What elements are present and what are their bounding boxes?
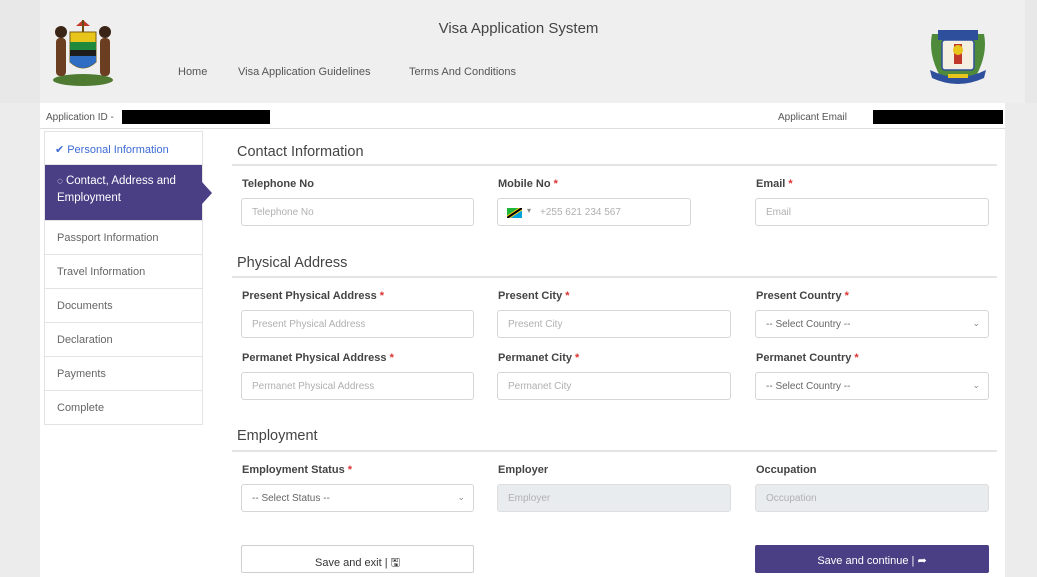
step-label: Payments	[57, 368, 106, 380]
permanent-country-select[interactable]: -- Select Country -- ⌄	[755, 372, 989, 400]
present-country-select[interactable]: -- Select Country -- ⌄	[755, 310, 989, 338]
application-info-bar: Application ID - Applicant Email	[40, 107, 1005, 129]
step-payments[interactable]: Payments	[44, 357, 203, 391]
step-passport-information[interactable]: Passport Information	[44, 221, 203, 255]
present-country-value: -- Select Country --	[766, 319, 851, 330]
address-section-divider	[232, 276, 997, 278]
employment-section-title: Employment	[237, 428, 318, 444]
permanent-address-label: Permanet Physical Address *	[242, 352, 394, 364]
step-complete[interactable]: Complete	[44, 391, 203, 425]
telephone-input[interactable]	[241, 198, 474, 226]
application-id-label: Application ID -	[46, 112, 114, 123]
mobile-label: Mobile No *	[498, 178, 558, 190]
step-label: Passport Information	[57, 232, 159, 244]
step-documents[interactable]: Documents	[44, 289, 203, 323]
main-nav: Home Visa Application Guidelines Terms A…	[0, 66, 1037, 82]
present-city-input[interactable]	[497, 310, 731, 338]
app-title: Visa Application System	[438, 20, 599, 37]
permanent-address-input[interactable]	[241, 372, 474, 400]
mobile-input[interactable]: ▾ +255 621 234 567	[497, 198, 691, 226]
nav-terms-link[interactable]: Terms And Conditions	[409, 66, 516, 78]
step-label: Declaration	[57, 334, 113, 346]
steps-sidebar: ✔ Personal Information ◌ Contact, Address …	[44, 131, 212, 425]
header: Visa Application System Home Visa Applic…	[0, 0, 1037, 103]
chevron-down-icon: ⌄	[972, 380, 980, 390]
present-country-label: Present Country *	[756, 290, 849, 302]
email-input[interactable]	[755, 198, 989, 226]
telephone-label: Telephone No	[242, 178, 314, 190]
occupation-label: Occupation	[756, 464, 817, 476]
applicant-email-label: Applicant Email	[778, 112, 847, 123]
employment-section-divider	[232, 450, 997, 452]
employment-status-label: Employment Status *	[242, 464, 353, 476]
applicant-email-redacted	[873, 110, 1003, 124]
spinner-icon: ◌	[57, 176, 63, 187]
present-city-label: Present City *	[498, 290, 570, 302]
permanent-city-label: Permanet City *	[498, 352, 580, 364]
step-label: Contact, Address and Employment	[57, 175, 176, 204]
topbar-divider	[40, 128, 1005, 129]
step-label: Complete	[57, 402, 105, 414]
step-label: Travel Information	[57, 266, 146, 278]
permanent-city-input[interactable]	[497, 372, 731, 400]
country-code-dropdown-icon[interactable]: ▾	[527, 206, 531, 215]
occupation-input	[755, 484, 989, 512]
step-personal-information[interactable]: ✔ Personal Information	[44, 131, 203, 165]
nav-home-link[interactable]: Home	[178, 66, 207, 78]
employer-label: Employer	[498, 464, 549, 476]
chevron-down-icon: ⌄	[972, 318, 980, 328]
nav-guidelines-link[interactable]: Visa Application Guidelines	[238, 66, 371, 78]
permanent-country-value: -- Select Country --	[766, 381, 851, 392]
employment-status-select[interactable]: -- Select Status -- ⌄	[241, 484, 474, 512]
step-label: Personal Information	[67, 144, 169, 156]
step-declaration[interactable]: Declaration	[44, 323, 203, 357]
checkmark-icon: ✔	[55, 144, 65, 156]
permanent-country-label: Permanet Country *	[756, 352, 859, 364]
header-panel	[40, 0, 1025, 103]
step-label: Documents	[57, 300, 113, 312]
step-travel-information[interactable]: Travel Information	[44, 255, 203, 289]
save-and-exit-button[interactable]: Save and exit | 🖫	[241, 545, 474, 573]
contact-section-divider	[232, 164, 997, 166]
save-and-continue-button[interactable]: Save and continue | ➦	[755, 545, 989, 573]
tanzania-flag-icon	[507, 208, 522, 218]
mobile-placeholder: +255 621 234 567	[540, 207, 621, 218]
step-contact-address-employment[interactable]: ◌ Contact, Address and Employment	[44, 165, 212, 221]
application-id-redacted	[122, 110, 270, 124]
address-section-title: Physical Address	[237, 255, 348, 271]
active-step-arrow	[202, 182, 212, 204]
email-label: Email *	[756, 178, 793, 190]
immigration-emblem-logo	[930, 30, 986, 84]
present-address-label: Present Physical Address *	[242, 290, 385, 302]
chevron-down-icon: ⌄	[457, 492, 465, 502]
contact-section-title: Contact Information	[237, 144, 364, 160]
employment-status-value: -- Select Status --	[252, 493, 330, 504]
employer-input	[497, 484, 731, 512]
present-address-input[interactable]	[241, 310, 474, 338]
